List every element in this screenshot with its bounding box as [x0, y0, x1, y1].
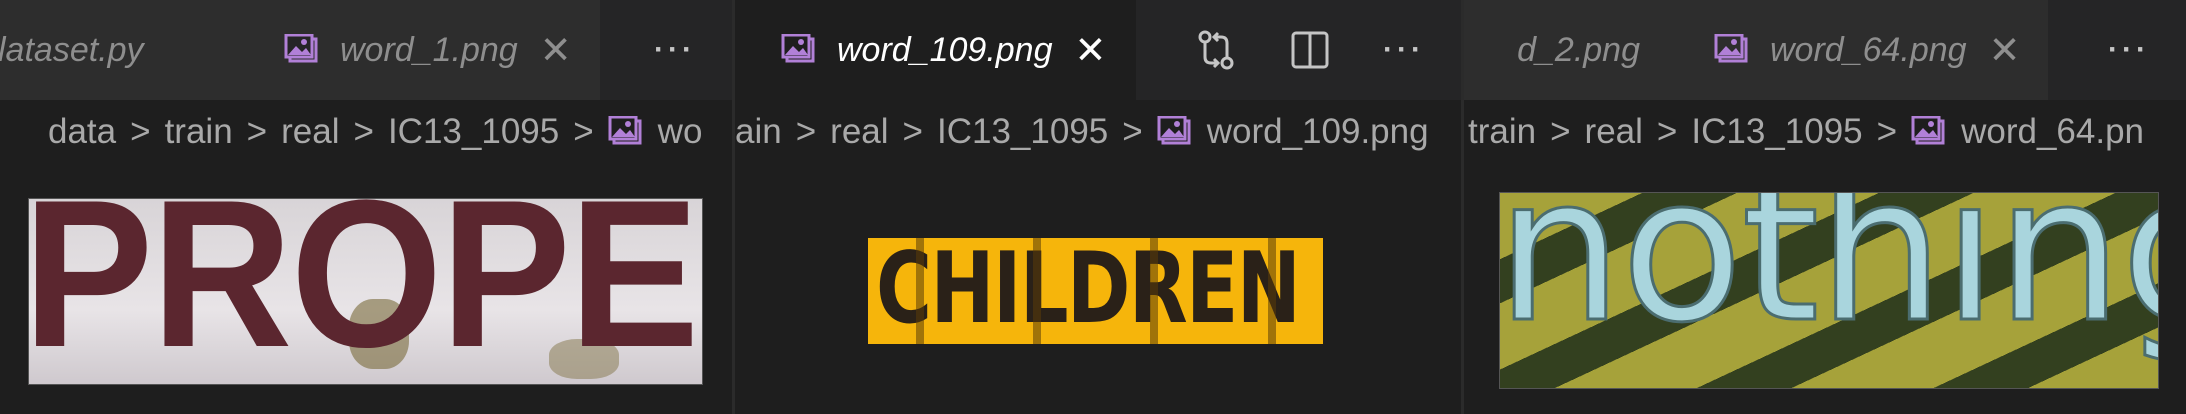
open-changes-icon[interactable]: [1169, 0, 1263, 100]
tab-label: word_64.png: [1770, 30, 1967, 69]
breadcrumb-item[interactable]: word_64.pn: [1961, 112, 2144, 152]
chevron-right-icon: >: [573, 112, 594, 151]
tab-word-64-png[interactable]: word_64.png ✕: [1676, 0, 2049, 100]
chevron-right-icon: >: [1876, 112, 1898, 151]
split-editor-icon[interactable]: [1263, 0, 1357, 100]
image-preview-area: CHILDREN: [735, 164, 1461, 414]
breadcrumb-item[interactable]: wo: [658, 112, 703, 152]
chevron-right-icon: >: [246, 112, 268, 151]
editor-group-2: word_109.png ✕ ··· ain > real > IC13_109…: [735, 0, 1461, 414]
close-icon[interactable]: ✕: [1989, 28, 2021, 73]
tab-word-2-png[interactable]: d_2.png: [1464, 0, 1676, 100]
breadcrumb-item[interactable]: IC13_1095: [1691, 112, 1862, 152]
breadcrumb-item[interactable]: real: [830, 112, 888, 152]
chevron-right-icon: >: [795, 112, 817, 151]
tab-dataset-py[interactable]: lataset.py: [0, 0, 248, 100]
image-text: PROPER: [28, 198, 702, 385]
image-file-icon: [1714, 34, 1748, 63]
tab-bar: word_109.png ✕ ···: [735, 0, 1461, 100]
image-preview-area: nothing: [1464, 164, 2186, 414]
editor-actions: ···: [2082, 0, 2186, 100]
image-file-icon: [1911, 116, 1945, 145]
editor-group-3: d_2.png word_64.png ✕ ··· train > real >…: [1464, 0, 2186, 414]
tab-word-109-png[interactable]: word_109.png ✕: [735, 0, 1137, 100]
chevron-right-icon: >: [1122, 112, 1143, 151]
editor-group-1: lataset.py word_1.png ✕ ··· data > train…: [0, 0, 732, 414]
image-text: nothing: [1499, 192, 2158, 367]
breadcrumb-item[interactable]: train: [165, 112, 233, 152]
more-actions-icon[interactable]: ···: [628, 0, 722, 100]
image-file-icon: [608, 116, 642, 145]
image-preview: CHILDREN: [868, 238, 1323, 344]
tab-bar: lataset.py word_1.png ✕ ···: [0, 0, 732, 100]
chevron-right-icon: >: [1550, 112, 1571, 151]
more-actions-icon[interactable]: ···: [2082, 0, 2176, 100]
tab-label: word_1.png: [340, 30, 518, 69]
image-preview: nothing: [1499, 192, 2159, 389]
breadcrumb: train > real > IC13_1095 > word_64.pn: [1464, 100, 2186, 164]
breadcrumb: ain > real > IC13_1095 > word_109.png: [735, 100, 1461, 164]
chevron-right-icon: >: [902, 112, 923, 151]
breadcrumb-item[interactable]: real: [281, 112, 339, 152]
image-text: CHILDREN: [876, 238, 1301, 344]
tab-word-1-png[interactable]: word_1.png ✕: [248, 0, 600, 100]
editor-actions: ···: [1169, 0, 1461, 100]
breadcrumb-item[interactable]: real: [1585, 112, 1643, 152]
editor-actions: ···: [628, 0, 732, 100]
image-file-icon: [1157, 116, 1191, 145]
more-actions-icon[interactable]: ···: [1357, 0, 1451, 100]
breadcrumb-item[interactable]: train: [1468, 112, 1536, 152]
breadcrumb-item[interactable]: IC13_1095: [937, 112, 1108, 152]
chevron-right-icon: >: [130, 112, 151, 151]
breadcrumb-item[interactable]: data: [48, 112, 116, 152]
image-file-icon: [781, 34, 815, 63]
tab-bar: d_2.png word_64.png ✕ ···: [1464, 0, 2186, 100]
image-preview: PROPER: [28, 198, 703, 385]
breadcrumb-item[interactable]: ain: [735, 112, 782, 152]
chevron-right-icon: >: [353, 112, 374, 151]
tab-label: d_2.png: [1517, 30, 1640, 69]
tab-label: lataset.py: [0, 30, 144, 69]
tab-label: word_109.png: [837, 30, 1053, 69]
close-icon[interactable]: ✕: [540, 28, 572, 73]
image-preview-area: PROPER: [0, 164, 732, 414]
close-icon[interactable]: ✕: [1075, 28, 1107, 73]
breadcrumb-item[interactable]: IC13_1095: [388, 112, 559, 152]
image-file-icon: [284, 34, 318, 63]
chevron-right-icon: >: [1656, 112, 1678, 151]
breadcrumb: data > train > real > IC13_1095 > wo: [0, 100, 732, 164]
breadcrumb-item[interactable]: word_109.png: [1207, 112, 1429, 152]
